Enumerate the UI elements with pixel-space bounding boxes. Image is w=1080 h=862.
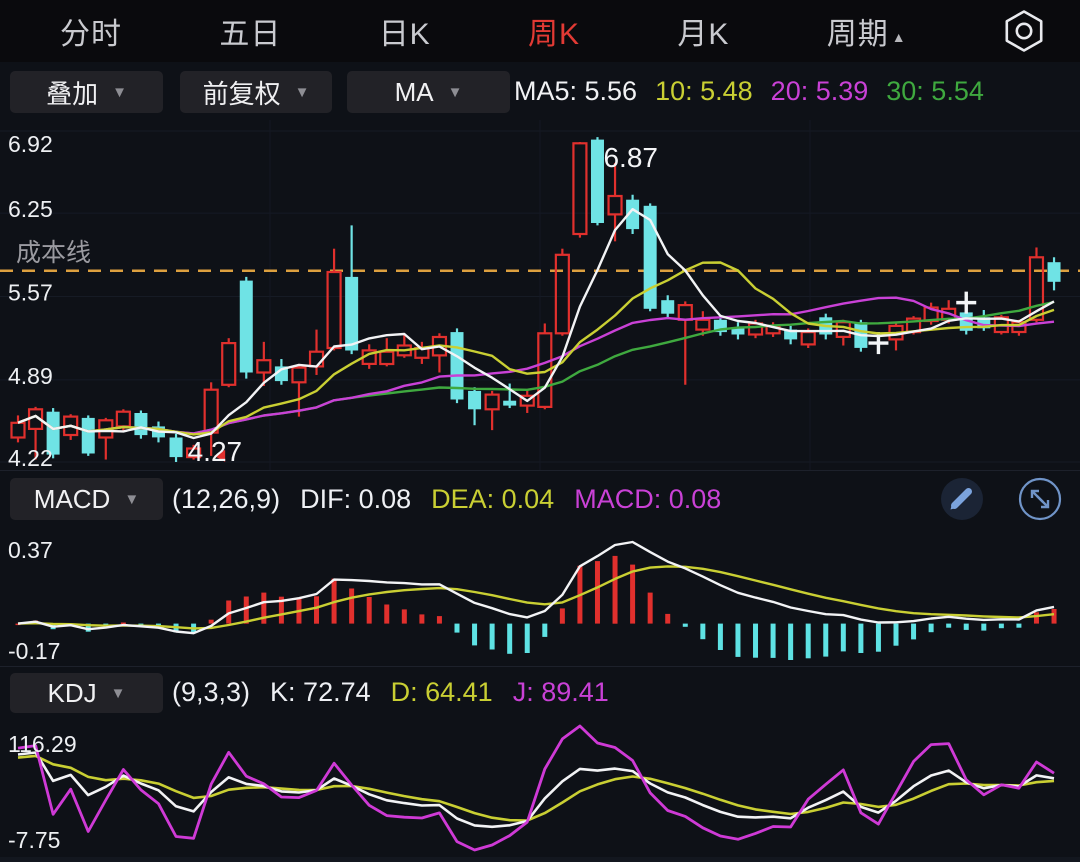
- ma-indicator-dropdown[interactable]: MA ▼: [347, 71, 510, 113]
- macd-bars: [16, 556, 1057, 660]
- svg-text:116.29: 116.29: [8, 731, 77, 757]
- svg-text:-7.75: -7.75: [8, 827, 60, 853]
- tab-period[interactable]: 周期▲: [825, 5, 909, 57]
- tab-weekly-k[interactable]: 周K: [526, 5, 582, 57]
- macd-header: MACD ▼ (12,26,9) DIF: 0.08 DEA: 0.04 MAC…: [0, 470, 1080, 528]
- ma30-value: 30: 5.54: [886, 76, 984, 107]
- kdj-params: (9,3,3): [172, 677, 250, 708]
- macd-params: (12,26,9): [172, 484, 280, 515]
- chart-toolbar: 叠加 ▼ 前复权 ▼ MA ▼ MA5: 5.56 10: 5.48 20: 5…: [0, 62, 1080, 120]
- macd-value: MACD: 0.08: [574, 484, 721, 515]
- settings-button[interactable]: [1002, 9, 1046, 53]
- tab-monthly-k[interactable]: 月K: [675, 5, 731, 57]
- edit-indicator-button[interactable]: [940, 477, 984, 521]
- ma5-value: MA5: 5.56: [514, 76, 637, 107]
- kdj-header: KDJ ▼ (9,3,3) K: 72.74 D: 64.41 J: 89.41: [0, 666, 1080, 718]
- ma20-value: 20: 5.39: [771, 76, 869, 107]
- ma10-value: 10: 5.48: [655, 76, 753, 107]
- kdj-lines: [18, 726, 1054, 850]
- chevron-down-icon: ▼: [112, 84, 127, 101]
- candlestick-chart[interactable]: 6.87 4.27 成本线 6.92 6.25 5.57 4.89 4.22: [0, 120, 1080, 470]
- chevron-down-icon: ▼: [295, 84, 310, 101]
- svg-text:5.57: 5.57: [8, 280, 53, 306]
- kdj-axis-labels: 116.29 -7.75: [8, 731, 77, 853]
- svg-text:4.22: 4.22: [8, 445, 53, 470]
- macd-indicator-dropdown[interactable]: MACD ▼: [10, 478, 163, 520]
- ma-lines-layer: [18, 209, 1054, 438]
- dea-value: DEA: 0.04: [431, 484, 554, 515]
- expand-arrows-icon: [1018, 477, 1062, 521]
- bottom-edge: [0, 857, 1080, 862]
- svg-text:6.92: 6.92: [8, 131, 53, 157]
- kdj-values: (9,3,3) K: 72.74 D: 64.41 J: 89.41: [172, 667, 609, 718]
- pencil-icon: [940, 477, 984, 521]
- kdj-indicator-dropdown[interactable]: KDJ ▼: [10, 673, 163, 713]
- top-nav: 分时 五日 日K 周K 月K 周期▲: [0, 0, 1080, 62]
- ma-readouts: MA5: 5.56 10: 5.48 20: 5.39 30: 5.54: [514, 62, 984, 120]
- d-value: D: 64.41: [391, 677, 493, 708]
- k-value: K: 72.74: [270, 677, 371, 708]
- tab-five-day[interactable]: 五日: [217, 5, 283, 57]
- svg-text:成本线: 成本线: [16, 239, 91, 267]
- adjust-mode-dropdown[interactable]: 前复权 ▼: [180, 71, 332, 113]
- grid-layer: [0, 120, 1080, 470]
- dif-value: DIF: 0.08: [300, 484, 411, 515]
- chevron-down-icon: ▼: [448, 84, 463, 101]
- period-caret-icon: ▲: [892, 29, 907, 45]
- macd-lines: [18, 542, 1054, 633]
- macd-chart[interactable]: 0.37 -0.17: [0, 528, 1080, 668]
- kdj-chart[interactable]: 116.29 -7.75: [0, 718, 1080, 862]
- overlay-dropdown[interactable]: 叠加 ▼: [10, 71, 163, 113]
- svg-text:4.89: 4.89: [8, 363, 53, 389]
- chevron-down-icon: ▼: [124, 491, 139, 508]
- tab-daily-k[interactable]: 日K: [377, 5, 433, 57]
- macd-axis-labels: 0.37 -0.17: [8, 537, 60, 664]
- svg-text:-0.17: -0.17: [8, 638, 60, 664]
- fullscreen-button[interactable]: [1018, 477, 1062, 521]
- svg-text:4.27: 4.27: [188, 436, 243, 467]
- svg-text:6.87: 6.87: [603, 142, 658, 173]
- svg-text:6.25: 6.25: [8, 196, 53, 222]
- tab-minute[interactable]: 分时: [58, 5, 124, 57]
- j-value: J: 89.41: [513, 677, 609, 708]
- svg-text:0.37: 0.37: [8, 537, 53, 563]
- macd-values: (12,26,9) DIF: 0.08 DEA: 0.04 MACD: 0.08: [172, 471, 721, 528]
- chevron-down-icon: ▼: [111, 685, 126, 702]
- stock-chart-app: 分时 五日 日K 周K 月K 周期▲ 叠加 ▼ 前复权 ▼ MA ▼ MA5: …: [0, 0, 1080, 862]
- gear-hexagon-icon: [1002, 9, 1046, 53]
